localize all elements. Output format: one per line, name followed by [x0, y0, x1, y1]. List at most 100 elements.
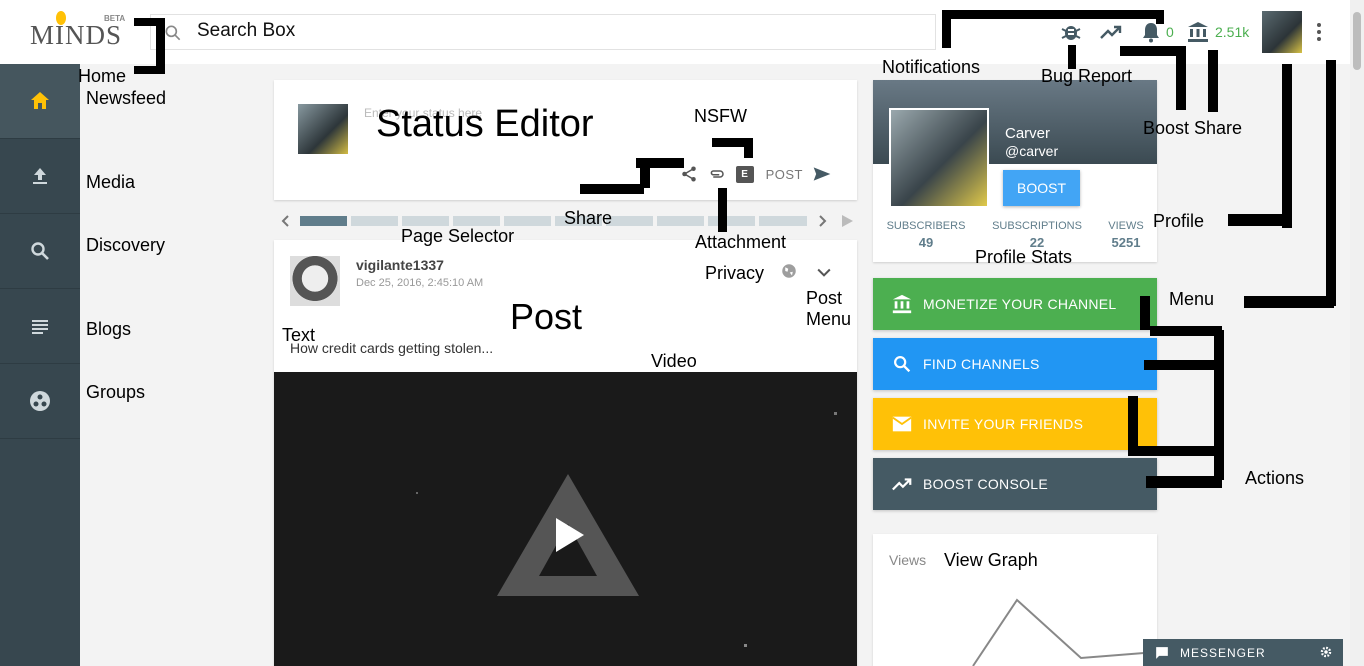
beta-badge: BETA	[104, 14, 126, 23]
notification-count: 0	[1166, 24, 1174, 40]
annotation-label: Groups	[86, 382, 146, 402]
annotation-label: Menu	[1169, 289, 1215, 309]
stat-views[interactable]: VIEWS 5251	[1101, 220, 1151, 250]
home-icon	[31, 92, 49, 109]
annotation-stroke	[1176, 46, 1186, 110]
annotation-stroke	[942, 10, 1162, 19]
invite-friends-button[interactable]: INVITE YOUR FRIENDS	[873, 398, 1157, 450]
profile-avatar[interactable]	[1262, 11, 1302, 53]
annotation-label: Video	[651, 351, 697, 371]
profile-card-avatar[interactable]	[889, 108, 989, 208]
boost-button[interactable]: BOOST	[1003, 170, 1080, 206]
annotation-label: Boost Share	[1143, 118, 1243, 138]
sidebar-item-groups[interactable]	[0, 364, 80, 439]
annotation-stroke	[1120, 46, 1182, 56]
trending-icon	[892, 478, 912, 491]
action-label: BOOST CONSOLE	[923, 476, 1049, 492]
action-label: MONETIZE YOUR CHANNEL	[923, 296, 1117, 312]
nsfw-toggle[interactable]: E	[735, 165, 754, 183]
page-segment[interactable]	[657, 216, 704, 226]
bug-report-icon[interactable]	[1059, 20, 1083, 44]
page-segment[interactable]	[606, 216, 653, 226]
groups-icon	[30, 391, 50, 411]
search-icon	[894, 356, 911, 373]
search-icon	[31, 242, 49, 260]
post-date: Dec 25, 2016, 2:45:10 AM	[356, 277, 484, 289]
messenger-bar[interactable]: MESSENGER	[1143, 639, 1343, 666]
play-next-icon[interactable]	[840, 213, 854, 229]
privacy-globe-icon[interactable]	[780, 262, 798, 280]
video-play-icon[interactable]	[496, 472, 641, 598]
sidebar-item-newsfeed[interactable]	[0, 64, 80, 139]
annotation-stroke	[1208, 50, 1218, 112]
stat-label: SUBSCRIBERS	[886, 220, 966, 232]
annotation-stroke	[1228, 214, 1292, 226]
annotation-label: Profile	[1153, 211, 1205, 231]
boost-console-button[interactable]: BOOST CONSOLE	[873, 458, 1157, 510]
annotation-label: Profile Stats	[975, 247, 1073, 267]
stat-value: 49	[918, 235, 934, 250]
more-menu-icon[interactable]	[1310, 20, 1328, 44]
chevron-right-icon[interactable]	[814, 213, 830, 229]
profile-name[interactable]: Carver	[1005, 125, 1050, 142]
status-avatar	[298, 104, 348, 154]
page-segment[interactable]	[351, 216, 398, 226]
annotation-label: Post Menu	[806, 288, 852, 329]
page-segment[interactable]	[759, 216, 807, 226]
scrollbar-thumb[interactable]	[1353, 12, 1361, 70]
minds-logo[interactable]: MINDS BETA	[28, 10, 128, 50]
annotation-label: Text	[282, 325, 316, 345]
annotation-stroke	[1244, 296, 1334, 308]
find-channels-button[interactable]: FIND CHANNELS	[873, 338, 1157, 390]
annotation-stroke	[718, 188, 727, 232]
annotation-label: Home	[78, 66, 127, 86]
page-segment[interactable]	[402, 216, 449, 226]
stat-value: 5251	[1111, 235, 1141, 250]
annotation-label: NSFW	[694, 106, 747, 126]
annotation-label: Share	[564, 208, 613, 228]
page-segment[interactable]	[708, 216, 755, 226]
annotation-stroke	[1282, 64, 1292, 228]
list-icon	[32, 320, 48, 334]
search-icon	[165, 25, 181, 41]
upload-icon	[33, 168, 47, 184]
annotation-label: View Graph	[944, 550, 1038, 570]
sidebar-item-media[interactable]	[0, 139, 80, 214]
settings-gear-icon[interactable]	[1319, 645, 1333, 659]
profile-handle: @carver	[1005, 143, 1059, 159]
stat-label: SUBSCRIPTIONS	[992, 220, 1082, 232]
messenger-label: MESSENGER	[1180, 646, 1266, 660]
post-author-name[interactable]: vigilante1337	[356, 257, 444, 273]
post-author-avatar[interactable]	[290, 256, 340, 306]
sidebar-item-discovery[interactable]	[0, 214, 80, 289]
mail-icon	[892, 416, 912, 432]
search-input[interactable]: Search Box	[150, 14, 936, 50]
annotation-label: Attachment	[695, 232, 787, 252]
page-segment[interactable]	[453, 216, 500, 226]
page-segment[interactable]	[300, 216, 347, 226]
sidebar-item-blogs[interactable]	[0, 289, 80, 364]
chevron-left-icon[interactable]	[278, 213, 294, 229]
attachment-icon[interactable]	[706, 165, 728, 183]
search-box-label: Search Box	[197, 20, 296, 41]
annotation-label: Newsfeed	[86, 88, 167, 108]
annotation-stroke	[1146, 476, 1222, 488]
send-icon[interactable]	[811, 164, 833, 184]
profile-card: Carver @carver BOOST SUBSCRIBERS 49 SUBS…	[873, 80, 1157, 262]
annotation-stroke	[580, 184, 644, 194]
annotation-label: Post	[510, 296, 583, 337]
boost-trending-icon[interactable]	[1099, 20, 1123, 44]
page-segment[interactable]	[504, 216, 551, 226]
page-scrollbar[interactable]	[1350, 0, 1364, 666]
wallet-bank-icon[interactable]	[1186, 20, 1210, 44]
post-video[interactable]	[274, 372, 857, 666]
wallet-count: 2.51k	[1215, 24, 1250, 40]
post-menu-chevron-icon[interactable]	[814, 262, 834, 282]
bank-icon	[892, 294, 912, 314]
annotation-stroke	[744, 138, 753, 158]
monetize-channel-button[interactable]: MONETIZE YOUR CHANNEL	[873, 278, 1157, 330]
stat-subscriptions[interactable]: SUBSCRIPTIONS 22	[987, 220, 1087, 250]
post-button-label[interactable]: POST	[766, 167, 803, 182]
stat-subscribers[interactable]: SUBSCRIBERS 49	[885, 220, 967, 250]
post-text: How credit cards getting stolen...	[290, 340, 494, 356]
